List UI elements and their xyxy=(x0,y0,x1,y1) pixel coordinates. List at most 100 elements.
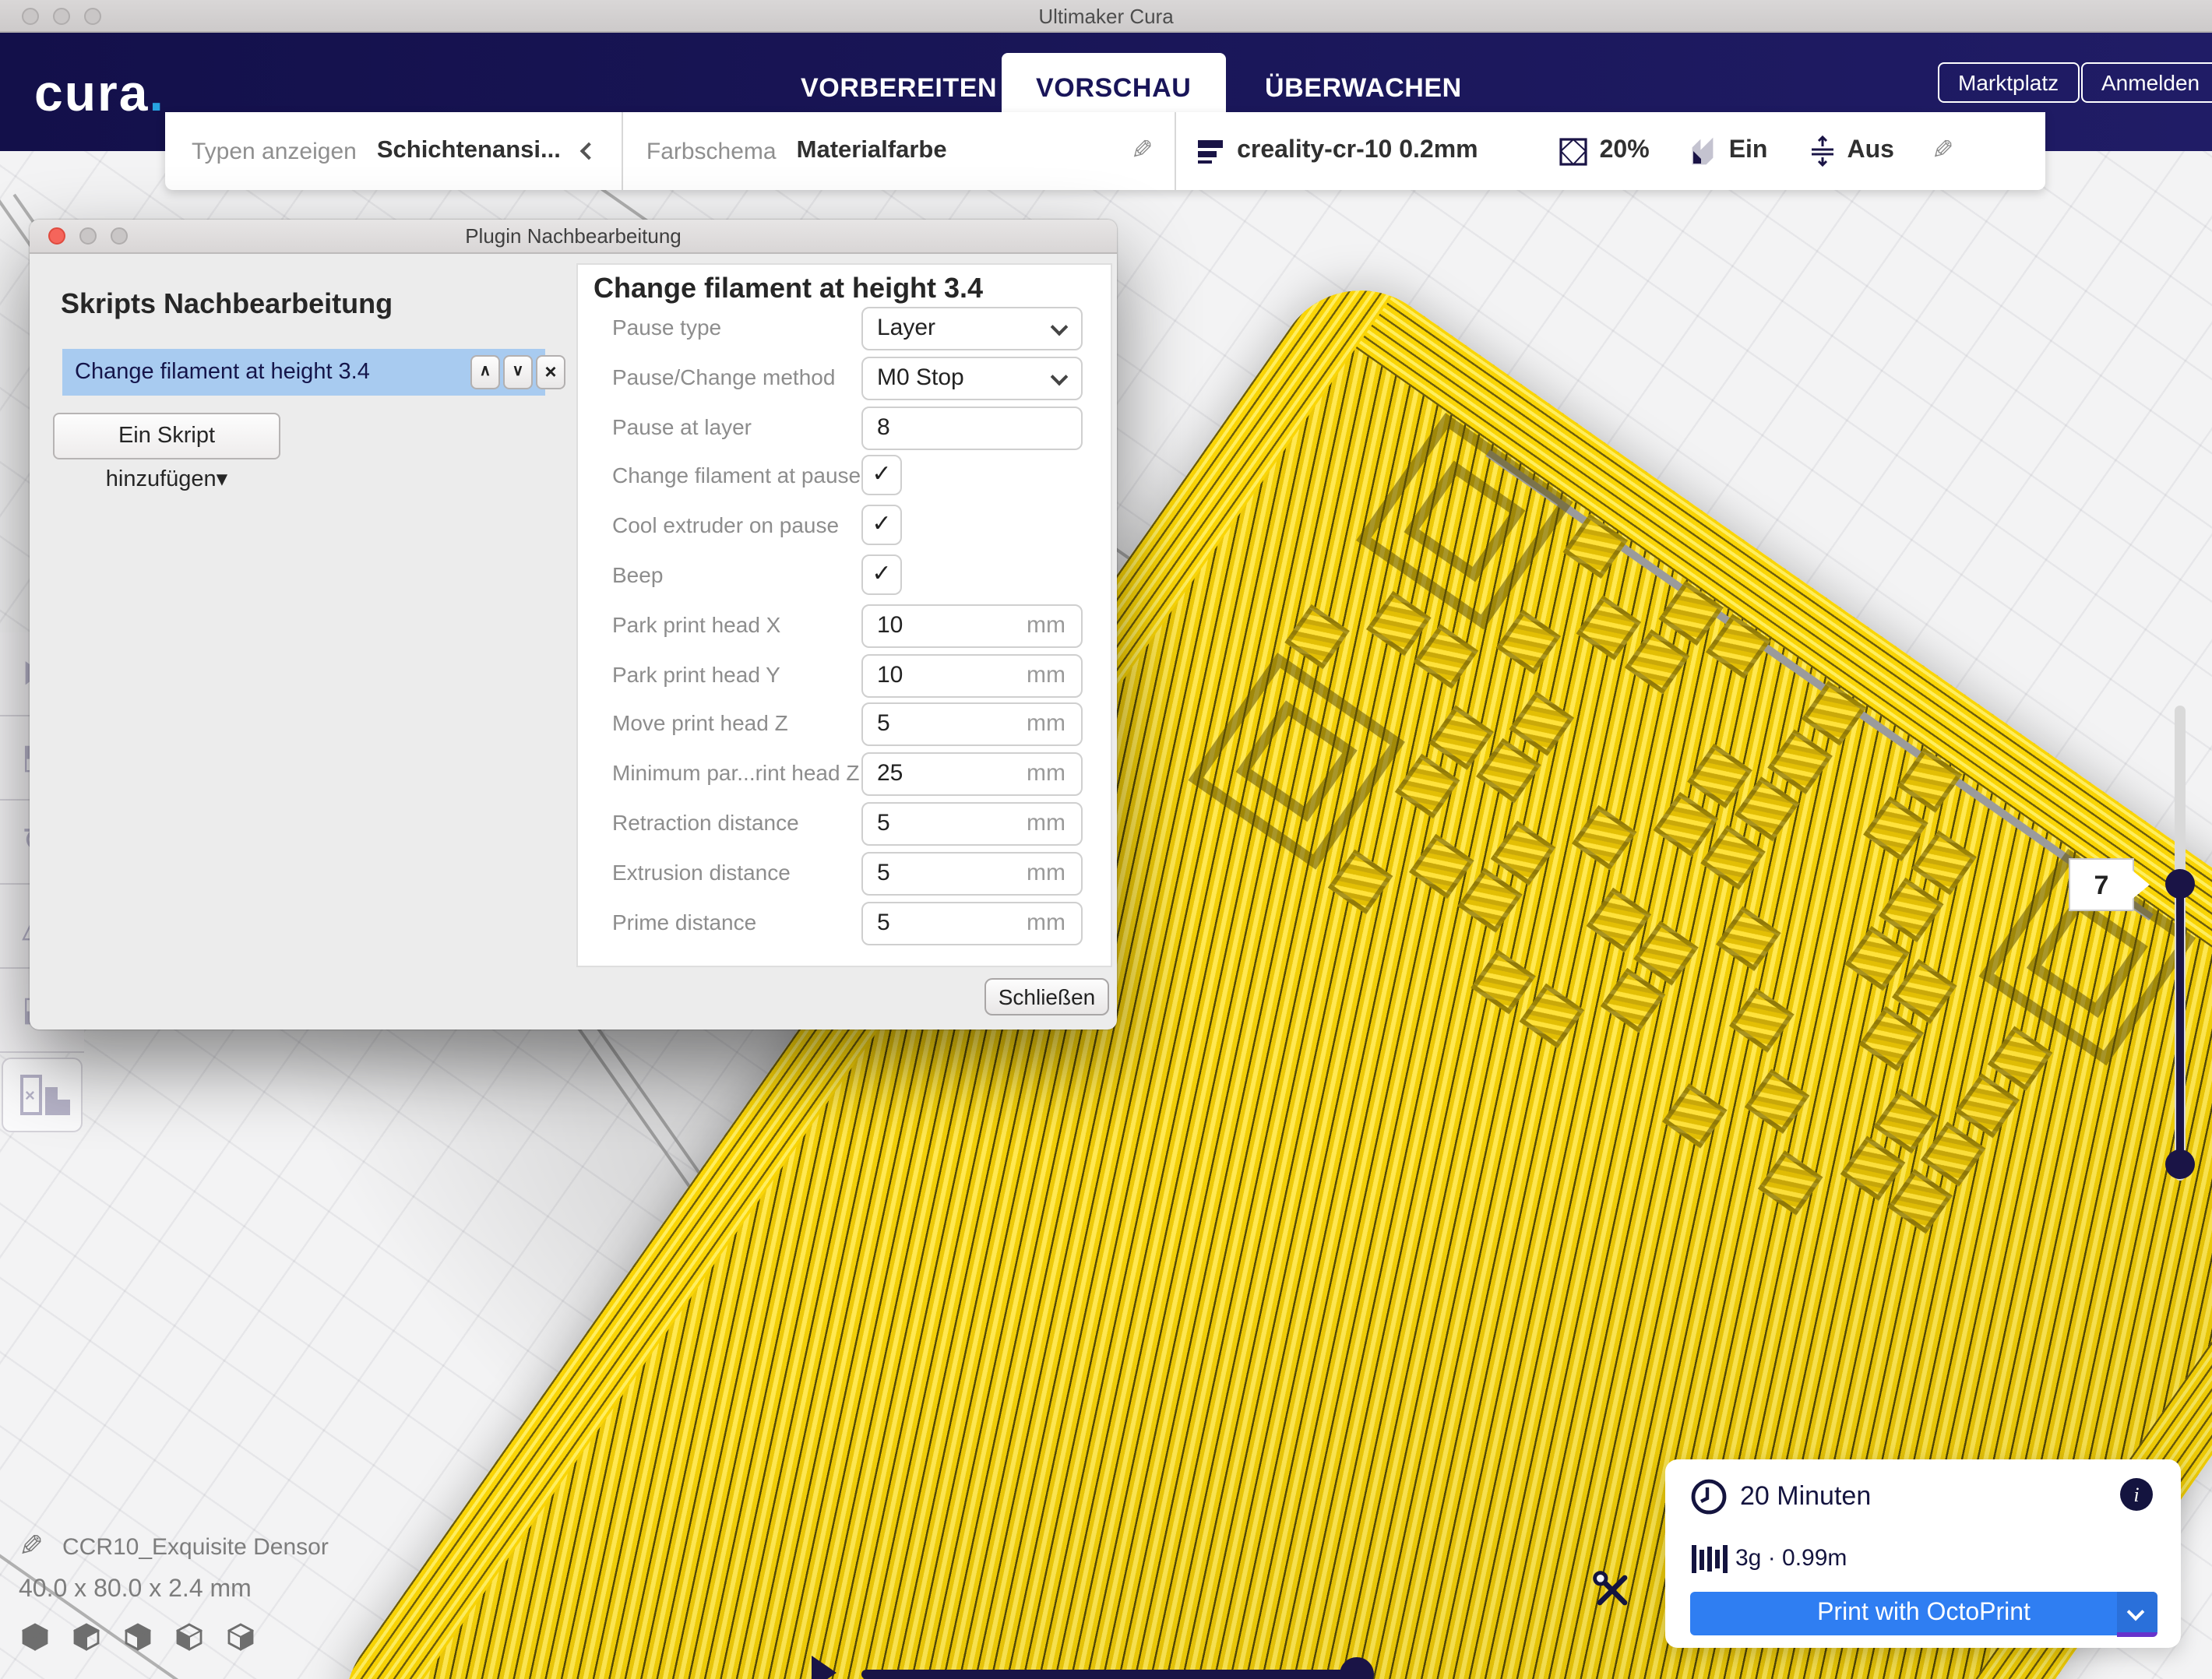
script-settings-panel: Change filament at height 3.4 Pause type… xyxy=(576,263,1112,967)
print-options-chevron[interactable] xyxy=(2117,1592,2157,1635)
layer-number-tooltip: 7 xyxy=(2069,858,2134,911)
filament-usage-icon xyxy=(1692,1545,1727,1573)
checkbox-checked[interactable]: ✓ xyxy=(861,505,902,545)
text-input-field[interactable]: 5mm xyxy=(861,852,1083,896)
form-row: Prime distance 5mm xyxy=(578,901,1111,945)
sign-in-button[interactable]: Anmelden xyxy=(2081,62,2212,103)
checkbox-checked[interactable]: ✓ xyxy=(861,456,902,496)
text-input-field[interactable]: 10mm xyxy=(861,653,1083,697)
unit-label: mm xyxy=(1027,804,1065,843)
text-input-field[interactable]: 5mm xyxy=(861,802,1083,846)
form-row: Change filament at pause✓ xyxy=(578,456,1111,499)
text-input-field[interactable]: 25mm xyxy=(861,752,1083,796)
support-value[interactable]: Ein xyxy=(1729,137,1768,165)
move-script-up-button[interactable]: ∧ xyxy=(470,355,500,389)
clock-icon xyxy=(1690,1478,1728,1515)
form-row: Park print head Y 10mm xyxy=(578,653,1111,697)
unit-label: mm xyxy=(1027,754,1065,793)
form-row: Pause at layer 8 xyxy=(578,406,1111,449)
support-blocker-steps-icon xyxy=(58,1100,70,1115)
play-icon[interactable] xyxy=(812,1656,837,1679)
form-row: Extrusion distance 5mm xyxy=(578,852,1111,896)
form-row-label: Cool extruder on pause xyxy=(612,512,839,537)
form-row: Retraction distance5mm xyxy=(578,802,1111,846)
printer-profile-icon xyxy=(1198,139,1223,163)
dropdown-field[interactable]: Layer xyxy=(861,307,1083,350)
edit-print-settings-pencil-icon[interactable]: ✎ xyxy=(1932,136,1954,167)
window-title: Ultimaker Cura xyxy=(0,5,2212,28)
unit-label: mm xyxy=(1027,606,1065,645)
dropdown-arrow-icon: ▾ xyxy=(217,467,228,492)
form-row: Move print head Z 5mm xyxy=(578,703,1111,747)
camera-view-cube-icon[interactable] xyxy=(22,1623,48,1659)
form-row-label: Move print head Z xyxy=(612,711,788,736)
marketplace-button[interactable]: Marktplatz xyxy=(1938,62,2079,103)
rename-pencil-icon[interactable]: ✎ xyxy=(19,1529,44,1565)
script-settings-heading: Change filament at height 3.4 xyxy=(594,273,983,305)
edit-color-scheme-pencil-icon[interactable]: ✎ xyxy=(1131,136,1154,167)
remove-script-button[interactable]: × xyxy=(536,355,565,389)
color-scheme-dropdown[interactable]: Materialfarbe xyxy=(797,137,947,165)
view-type-label: Typen anzeigen xyxy=(192,138,357,164)
print-time-estimate: 20 Minuten xyxy=(1740,1481,1871,1512)
infill-icon xyxy=(1559,136,1587,166)
printer-profile-value[interactable]: creality-cr-10 0.2mm xyxy=(1237,137,1478,165)
form-row-label: Park print head Y xyxy=(612,661,780,686)
adhesion-icon xyxy=(1808,136,1836,167)
path-slider-track[interactable] xyxy=(861,1670,1360,1679)
add-script-dropdown-button[interactable]: Ein Skript hinzufügen▾ xyxy=(53,413,280,459)
script-item-label: Change filament at height 3.4 xyxy=(62,360,370,385)
support-blocker-tool-button[interactable]: × xyxy=(2,1058,83,1132)
support-icon xyxy=(1690,136,1718,166)
layer-slider-lower-handle[interactable] xyxy=(2165,1149,2195,1179)
unit-label: mm xyxy=(1027,705,1065,744)
support-blocker-steps-icon xyxy=(45,1087,58,1115)
model-name[interactable]: CCR10_Exquisite Densor xyxy=(62,1534,329,1561)
form-row-label: Prime distance xyxy=(612,909,756,934)
unit-label: mm xyxy=(1027,903,1065,942)
color-scheme-label: Farbschema xyxy=(646,138,777,164)
checkbox-checked[interactable]: ✓ xyxy=(861,554,902,595)
chevron-down-icon xyxy=(1051,368,1069,385)
material-usage-estimate: 3g · 0.99m xyxy=(1735,1545,1847,1572)
macos-titlebar[interactable]: Ultimaker Cura xyxy=(0,0,2212,33)
camera-view-cube-icon[interactable] xyxy=(227,1623,254,1659)
tooltip-arrow xyxy=(2133,871,2150,899)
print-with-octoprint-button[interactable]: Print with OctoPrint xyxy=(1690,1592,2157,1635)
adhesion-value[interactable]: Aus xyxy=(1847,137,1893,165)
text-input-field[interactable]: 5mm xyxy=(861,901,1083,945)
form-row-label: Pause type xyxy=(612,315,721,340)
chevron-down-icon xyxy=(2127,1603,2145,1621)
dropdown-field[interactable]: M0 Stop xyxy=(861,357,1083,400)
octoprint-accent-strip xyxy=(2117,1632,2157,1637)
camera-view-cube-icon[interactable] xyxy=(176,1623,203,1659)
info-icon[interactable]: i xyxy=(2120,1478,2153,1511)
layer-slider-range[interactable] xyxy=(2176,883,2184,1165)
layer-slider-upper-handle[interactable] xyxy=(2165,869,2195,899)
form-row-label: Beep xyxy=(612,562,663,587)
support-blocker-box-icon: × xyxy=(20,1075,42,1115)
close-dialog-button[interactable]: Schließen xyxy=(984,978,1109,1015)
text-input-field[interactable]: 5mm xyxy=(861,703,1083,747)
dialog-title: Plugin Nachbearbeitung xyxy=(30,224,1117,248)
camera-view-cube-icon[interactable] xyxy=(125,1623,151,1659)
form-row: Cool extruder on pause ✓ xyxy=(578,505,1111,548)
collapse-chevron-icon[interactable] xyxy=(580,143,598,160)
form-row-label: Extrusion distance xyxy=(612,860,791,885)
view-preset-buttons xyxy=(22,1623,254,1659)
move-script-down-button[interactable]: ∨ xyxy=(503,355,533,389)
camera-view-cube-icon[interactable] xyxy=(73,1623,100,1659)
unit-label: mm xyxy=(1027,854,1065,892)
logo-dot: . xyxy=(149,64,164,121)
text-input-field[interactable]: 8 xyxy=(861,406,1083,449)
infill-value[interactable]: 20% xyxy=(1600,137,1650,165)
unit-label: mm xyxy=(1027,655,1065,694)
text-input-field[interactable]: 10mm xyxy=(861,604,1083,648)
cura-logo: cura. xyxy=(34,64,165,123)
model-dimensions: 40.0 x 80.0 x 2.4 mm xyxy=(19,1576,252,1604)
print-settings-wrench-icon[interactable] xyxy=(1592,1570,1633,1618)
dialog-titlebar[interactable]: Plugin Nachbearbeitung xyxy=(30,220,1117,254)
form-row-label: Pause at layer xyxy=(612,414,752,438)
view-type-dropdown[interactable]: Schichtenansi... xyxy=(377,137,561,165)
form-row-label: Change filament at pause xyxy=(612,463,861,488)
